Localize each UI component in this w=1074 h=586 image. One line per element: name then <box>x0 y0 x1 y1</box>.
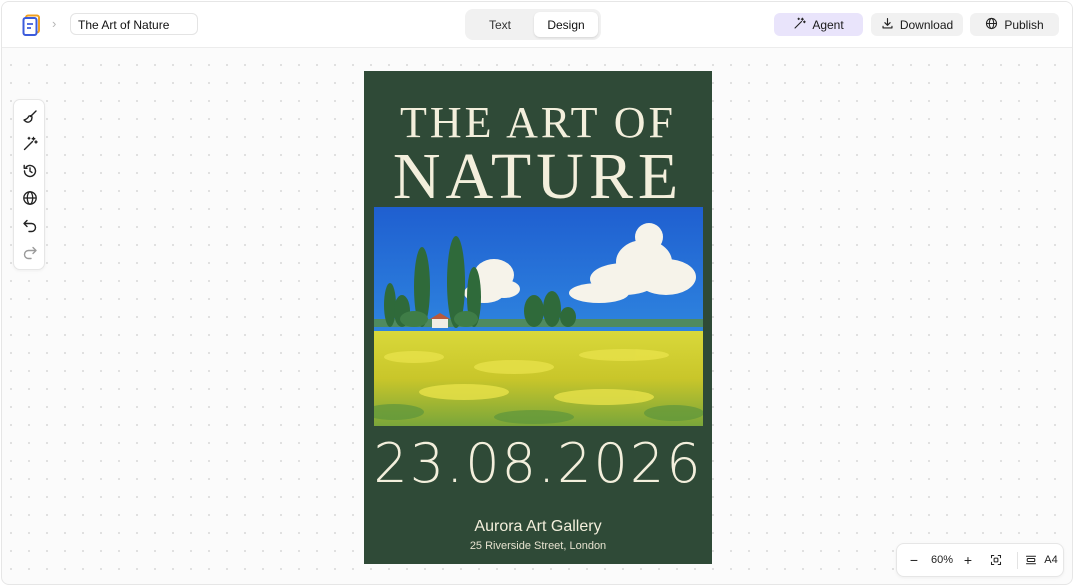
chevron-right-icon: › <box>52 16 57 31</box>
poster-title-line-2[interactable]: NATURE <box>364 143 712 211</box>
download-button-label: Download <box>899 17 954 32</box>
download-icon <box>881 17 894 33</box>
mode-switcher: Text Design <box>465 9 601 40</box>
tab-text[interactable]: Text <box>468 12 532 37</box>
poster-address[interactable]: 25 Riverside Street, London <box>364 539 712 553</box>
redo-icon[interactable] <box>20 242 39 261</box>
zoom-controls: − 60% + A4 <box>896 543 1064 577</box>
top-bar: › The Art of Nature Text Design Agent Do… <box>2 2 1072 48</box>
poster-date[interactable]: 23.08.2026 <box>364 429 712 499</box>
left-toolbar <box>13 99 45 270</box>
undo-icon[interactable] <box>20 215 39 234</box>
publish-button-label: Publish <box>1004 17 1044 32</box>
agent-button-label: Agent <box>812 17 844 32</box>
page-size-label[interactable]: A4 <box>1043 552 1059 568</box>
history-icon[interactable] <box>20 161 39 180</box>
magic-wand-icon[interactable] <box>20 134 39 153</box>
landscape-painting[interactable] <box>374 207 703 426</box>
zoom-level: 60% <box>930 554 954 566</box>
app-window: › The Art of Nature Text Design Agent Do… <box>1 1 1073 585</box>
brush-icon[interactable] <box>20 107 39 126</box>
document-title-field[interactable]: The Art of Nature <box>70 13 198 35</box>
fit-to-screen-icon[interactable] <box>989 552 1003 568</box>
page-size-icon[interactable] <box>1024 552 1038 568</box>
zoom-out-button[interactable]: − <box>907 552 921 568</box>
document-logo-icon[interactable] <box>18 11 46 39</box>
agent-button[interactable]: Agent <box>774 13 863 36</box>
zoom-in-button[interactable]: + <box>961 552 975 568</box>
globe-icon[interactable] <box>20 188 39 207</box>
tab-design[interactable]: Design <box>534 12 598 37</box>
poster-canvas[interactable]: THE ART OF NATURE 23.08.2026 Aurora Art … <box>364 71 712 564</box>
download-button[interactable]: Download <box>871 13 963 36</box>
divider <box>1017 552 1018 569</box>
publish-button[interactable]: Publish <box>970 13 1059 36</box>
poster-gallery-name[interactable]: Aurora Art Gallery <box>364 517 712 537</box>
magic-wand-icon <box>793 17 807 33</box>
globe-icon <box>985 17 998 33</box>
